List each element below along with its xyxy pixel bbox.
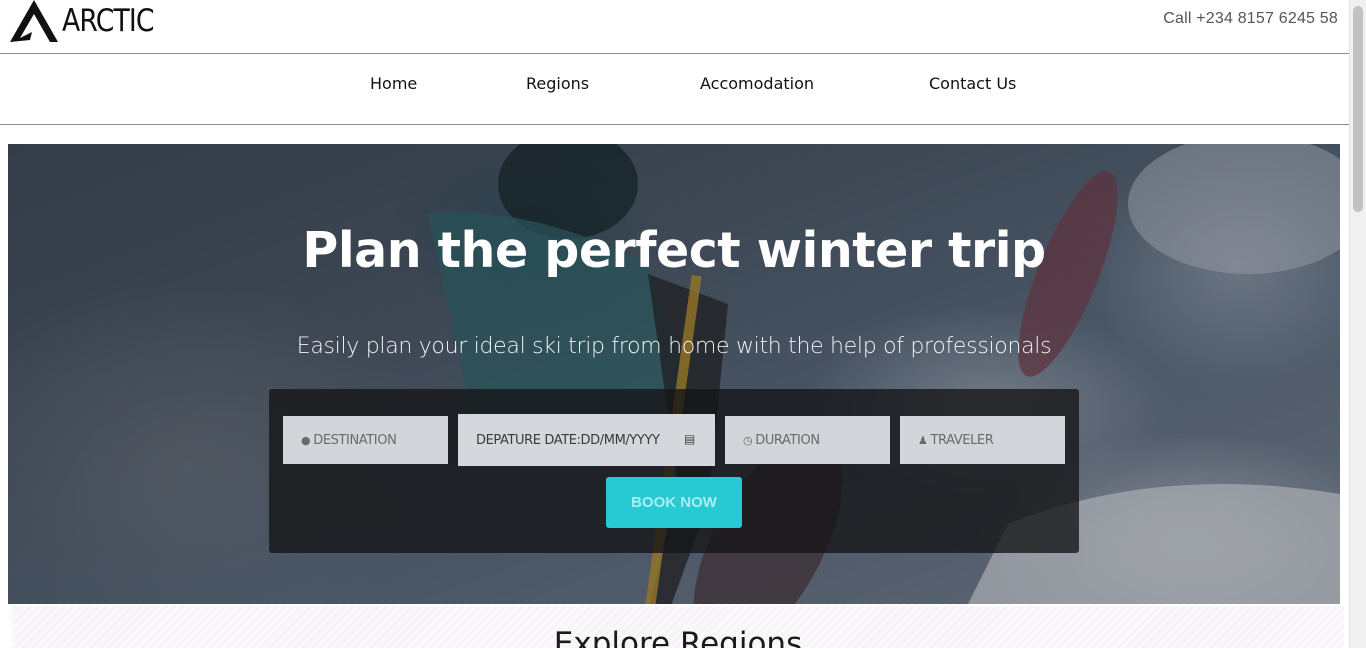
clock-icon: ◷ <box>743 433 753 447</box>
departure-date-value: DEPATURE DATE:DD/MM/YYYY <box>476 432 660 448</box>
hero-subtitle: Easily plan your ideal ski trip from hom… <box>296 334 1052 359</box>
nav-contact-us-link[interactable]: Contact Us <box>929 74 1016 93</box>
traveler-field[interactable]: ♟ TRAVELER <box>900 416 1065 464</box>
explore-regions-title: Explore Regions <box>553 626 803 648</box>
main-nav: Home Regions Accomodation Contact Us <box>0 54 1349 125</box>
booking-form-panel: ● DESTINATION DEPATURE DATE:DD/MM/YYYY ▤… <box>269 389 1079 553</box>
traveler-placeholder: TRAVELER <box>930 432 994 448</box>
book-now-button[interactable]: BOOK NOW <box>606 477 742 528</box>
destination-field[interactable]: ● DESTINATION <box>283 416 448 464</box>
page: ARCTIC Call +234 8157 6245 58 Home Regio… <box>0 0 1366 648</box>
hero-banner: Plan the perfect winter trip Easily plan… <box>8 144 1340 604</box>
duration-placeholder: DURATION <box>755 432 820 448</box>
user-icon: ♟ <box>918 433 928 447</box>
arctic-a-logo-icon <box>10 0 60 42</box>
nav-regions-link[interactable]: Regions <box>526 74 589 93</box>
explore-regions-section: Explore Regions <box>12 606 1344 648</box>
departure-date-input[interactable]: DEPATURE DATE:DD/MM/YYYY ▤ <box>458 414 715 466</box>
brand-name: ARCTIC <box>62 3 155 39</box>
map-marker-icon: ● <box>301 433 311 447</box>
top-bar: ARCTIC Call +234 8157 6245 58 <box>0 0 1349 54</box>
nav-accomodation-link[interactable]: Accomodation <box>700 74 814 93</box>
brand-logo[interactable]: ARCTIC <box>10 0 169 42</box>
call-phone-number[interactable]: Call +234 8157 6245 58 <box>1163 10 1338 28</box>
calendar-icon[interactable]: ▤ <box>684 432 695 446</box>
nav-home-link[interactable]: Home <box>370 74 417 93</box>
scrollbar-thumb[interactable] <box>1353 6 1363 212</box>
destination-placeholder: DESTINATION <box>313 432 397 448</box>
duration-field[interactable]: ◷ DURATION <box>725 416 890 464</box>
page-scrollbar[interactable] <box>1349 0 1366 648</box>
hero-title: Plan the perfect winter trip <box>302 222 1046 279</box>
